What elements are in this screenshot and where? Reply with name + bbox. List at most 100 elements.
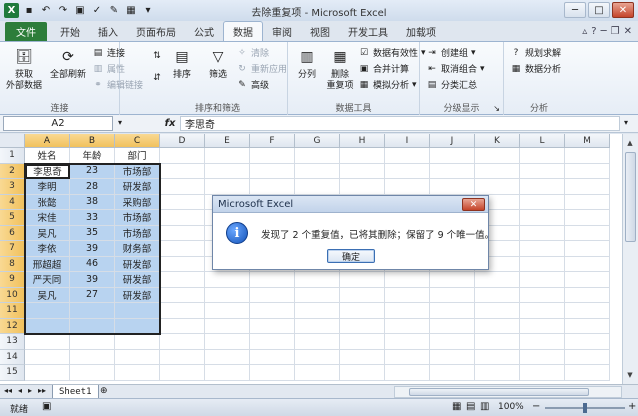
cell-e2[interactable] — [205, 163, 250, 179]
cell-l3[interactable] — [520, 179, 565, 195]
spelling-icon[interactable]: ✓ — [90, 4, 104, 18]
tab-data[interactable]: 数据 — [223, 21, 263, 41]
row-header-8[interactable]: 8 — [0, 256, 25, 272]
cell-f9[interactable] — [250, 272, 295, 288]
tab-review[interactable]: 审阅 — [263, 22, 301, 41]
tab-formulas[interactable]: 公式 — [185, 22, 223, 41]
cell-b6[interactable]: 35 — [70, 225, 115, 241]
consolidate-button[interactable]: ▣ 合并计算 — [358, 62, 409, 76]
zoom-slider-thumb[interactable] — [583, 403, 587, 413]
ribbon-restore-icon[interactable]: ❐ — [611, 26, 620, 37]
tab-home[interactable]: 开始 — [51, 22, 89, 41]
cell-i10[interactable] — [385, 287, 430, 303]
cell-a15[interactable] — [25, 365, 70, 381]
column-header-f[interactable]: F — [250, 134, 295, 148]
cell-g2[interactable] — [295, 163, 340, 179]
text-to-columns-button[interactable]: ▥ 分列 — [292, 46, 322, 81]
cell-f15[interactable] — [250, 365, 295, 381]
cell-h2[interactable] — [340, 163, 385, 179]
cell-m3[interactable] — [565, 179, 610, 195]
tab-addins[interactable]: 加载项 — [397, 22, 445, 41]
cell-c5[interactable]: 市场部 — [115, 210, 160, 226]
column-header-a[interactable]: A — [25, 134, 70, 148]
solver-button[interactable]: ? 规划求解 — [510, 46, 561, 60]
cell-a11[interactable] — [25, 303, 70, 319]
cell-m11[interactable] — [565, 303, 610, 319]
cell-h1[interactable] — [340, 148, 385, 164]
save-icon[interactable]: ▪ — [22, 4, 36, 18]
cell-i12[interactable] — [385, 318, 430, 334]
ok-button[interactable]: 确定 — [327, 249, 375, 263]
cell-c4[interactable]: 采购部 — [115, 194, 160, 210]
cell-f12[interactable] — [250, 318, 295, 334]
cell-a1[interactable]: 姓名 — [25, 148, 70, 164]
cell-i1[interactable] — [385, 148, 430, 164]
macro-record-icon[interactable]: ▣ — [42, 401, 51, 412]
cell-d3[interactable] — [160, 179, 205, 195]
cell-b12[interactable] — [70, 318, 115, 334]
preview-icon[interactable]: ▣ — [73, 4, 87, 18]
column-header-c[interactable]: C — [115, 134, 160, 148]
row-header-15[interactable]: 15 — [0, 365, 25, 381]
cell-d15[interactable] — [160, 365, 205, 381]
cell-k13[interactable] — [475, 334, 520, 350]
cell-g14[interactable] — [295, 349, 340, 365]
advanced-filter-button[interactable]: ✎ 高级 — [236, 78, 269, 92]
next-sheet-icon[interactable]: ▸ — [28, 386, 32, 395]
cell-j3[interactable] — [430, 179, 475, 195]
cell-b2[interactable]: 23 — [70, 163, 115, 179]
cell-m5[interactable] — [565, 210, 610, 226]
cell-g13[interactable] — [295, 334, 340, 350]
cell-d1[interactable] — [160, 148, 205, 164]
cell-k1[interactable] — [475, 148, 520, 164]
row-header-12[interactable]: 12 — [0, 318, 25, 334]
cell-e13[interactable] — [205, 334, 250, 350]
cell-a9[interactable]: 严天同 — [25, 272, 70, 288]
cell-d12[interactable] — [160, 318, 205, 334]
cell-g10[interactable] — [295, 287, 340, 303]
tab-file[interactable]: 文件 — [5, 22, 47, 41]
cell-g9[interactable] — [295, 272, 340, 288]
cell-e1[interactable] — [205, 148, 250, 164]
row-header-10[interactable]: 10 — [0, 287, 25, 303]
data-analysis-button[interactable]: ▦ 数据分析 — [510, 62, 561, 76]
cell-f1[interactable] — [250, 148, 295, 164]
horizontal-scroll-thumb[interactable] — [409, 388, 589, 396]
cell-e15[interactable] — [205, 365, 250, 381]
cell-e9[interactable] — [205, 272, 250, 288]
select-all-corner[interactable] — [0, 134, 25, 148]
cell-a7[interactable]: 李依 — [25, 241, 70, 257]
cell-h14[interactable] — [340, 349, 385, 365]
cell-k9[interactable] — [475, 272, 520, 288]
minimize-button[interactable]: ─ — [564, 2, 586, 18]
tab-page-layout[interactable]: 页面布局 — [127, 22, 185, 41]
cell-c11[interactable] — [115, 303, 160, 319]
cell-c7[interactable]: 财务部 — [115, 241, 160, 257]
cell-j9[interactable] — [430, 272, 475, 288]
tab-view[interactable]: 视图 — [301, 22, 339, 41]
cell-m4[interactable] — [565, 194, 610, 210]
row-header-6[interactable]: 6 — [0, 225, 25, 241]
cell-l14[interactable] — [520, 349, 565, 365]
cell-j14[interactable] — [430, 349, 475, 365]
vertical-scroll-thumb[interactable] — [625, 152, 636, 242]
cell-f11[interactable] — [250, 303, 295, 319]
cell-i13[interactable] — [385, 334, 430, 350]
cell-l5[interactable] — [520, 210, 565, 226]
cell-a4[interactable]: 张懿 — [25, 194, 70, 210]
cell-e14[interactable] — [205, 349, 250, 365]
refresh-all-button[interactable]: ⟳ 全部刷新 — [48, 46, 88, 81]
cell-j13[interactable] — [430, 334, 475, 350]
row-header-9[interactable]: 9 — [0, 272, 25, 288]
cell-d11[interactable] — [160, 303, 205, 319]
row-header-13[interactable]: 13 — [0, 334, 25, 350]
group-button[interactable]: ⇥ 创建组 ▾ — [426, 46, 475, 60]
name-box[interactable]: A2 — [3, 116, 113, 131]
cell-i14[interactable] — [385, 349, 430, 365]
cell-e3[interactable] — [205, 179, 250, 195]
vertical-scrollbar[interactable]: ▲ ▼ — [622, 134, 638, 384]
cell-j1[interactable] — [430, 148, 475, 164]
cell-f2[interactable] — [250, 163, 295, 179]
cell-l8[interactable] — [520, 256, 565, 272]
cell-d14[interactable] — [160, 349, 205, 365]
